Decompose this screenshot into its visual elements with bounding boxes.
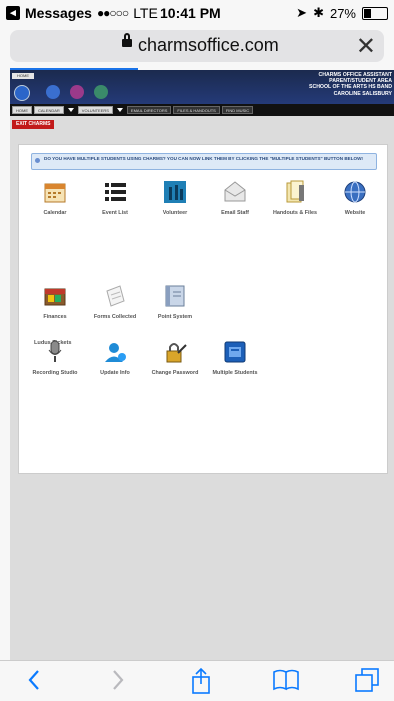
user-icon (102, 339, 128, 365)
signal-dots: ●●○○○ (96, 6, 129, 20)
charms-nav: HOME CALENDAR VOLUNTEERS EMAIL DIRECTORS… (10, 104, 394, 116)
envelope-icon (222, 179, 248, 205)
calendar-icon (42, 179, 68, 205)
status-left: ◂ Messages ●●○○○ LTE (6, 5, 158, 21)
banner-titles: CHARMS OFFICE ASSISTANT PARENT/STUDENT A… (309, 72, 392, 97)
files-icon (282, 179, 308, 205)
point-system-label: Point System (157, 314, 193, 320)
tabs-icon[interactable] (354, 667, 380, 697)
recording-studio-button[interactable]: Recording Studio (25, 339, 85, 376)
browser-toolbar (0, 660, 394, 701)
update-info-label: Update Info (100, 370, 130, 376)
forms-icon (102, 283, 128, 309)
event-list-label: Event List (102, 210, 128, 216)
banner-title-line: CAROLINE SALISBURY (333, 90, 392, 97)
back-app-label[interactable]: Messages (25, 5, 92, 21)
bookmarks-icon[interactable] (272, 667, 300, 695)
url-text[interactable]: charmsoffice.com (138, 35, 279, 56)
home-tag: HOME (12, 73, 34, 79)
share-icon[interactable] (190, 667, 212, 699)
finances-label: Finances (43, 314, 67, 320)
wallet-icon (42, 283, 68, 309)
handouts-files-button[interactable]: Handouts & Files (265, 179, 325, 216)
email-staff-button[interactable]: Email Staff (205, 179, 265, 216)
book-icon (162, 283, 188, 309)
point-system-button[interactable]: Point System (145, 283, 205, 320)
back-icon[interactable] (26, 667, 42, 697)
status-right: ➤ ✱ 27% (296, 5, 388, 21)
change-password-button[interactable]: Change Password (145, 339, 205, 376)
list-icon (102, 179, 128, 205)
website-button[interactable]: Website (325, 179, 385, 216)
home-circle-icon[interactable] (14, 85, 30, 101)
bluetooth-icon: ✱ (313, 5, 324, 20)
microphone-icon (42, 339, 68, 365)
tab-home[interactable]: HOME (12, 106, 32, 114)
person-circle-icon[interactable] (46, 85, 60, 99)
tab-email-directors[interactable]: EMAIL DIRECTORS (126, 106, 172, 114)
chevron-down-icon[interactable] (67, 108, 74, 112)
page-background (10, 474, 394, 660)
dollar-circle-icon[interactable] (70, 85, 84, 99)
carrier-label: LTE (133, 5, 158, 21)
calendar-label: Calendar (43, 210, 67, 216)
volunteer-label: Volunteer (162, 210, 188, 216)
forms-collected-button[interactable]: Forms Collected (85, 283, 145, 320)
change-password-label: Change Password (151, 370, 199, 376)
finances-button[interactable]: Finances (25, 283, 85, 320)
address-bar[interactable]: charmsoffice.com ✕ (10, 30, 384, 62)
music-circle-icon[interactable] (94, 85, 108, 99)
email-staff-label: Email Staff (221, 210, 249, 216)
website-label: Website (344, 210, 366, 216)
event-list-button[interactable]: Event List (85, 179, 145, 216)
web-content: HOME CHARMS OFFICE ASSISTANT PARENT/STUD… (10, 70, 394, 660)
update-info-button[interactable]: Update Info (85, 339, 145, 376)
volunteer-button[interactable]: Volunteer (145, 179, 205, 216)
forward-icon[interactable] (110, 667, 126, 697)
volunteer-icon (162, 179, 188, 205)
multiple-students-label: Multiple Students (212, 370, 258, 376)
chevron-down-icon[interactable] (116, 108, 123, 112)
banner-title-line: SCHOOL OF THE ARTS HS BAND (308, 84, 392, 91)
exit-charms-button[interactable]: EXIT CHARMS (12, 120, 55, 129)
close-icon[interactable]: ✕ (356, 32, 376, 61)
multiple-students-button[interactable]: Multiple Students (205, 339, 265, 376)
globe-icon (342, 179, 368, 205)
clock: 10:41 PM (160, 5, 221, 21)
lock-icon (122, 33, 132, 47)
battery-percent: 27% (329, 5, 356, 21)
recording-studio-label: Recording Studio (32, 370, 78, 376)
battery-icon (362, 6, 388, 20)
tab-calendar[interactable]: CALENDAR (34, 106, 64, 114)
back-to-app-icon[interactable]: ◂ (6, 6, 20, 20)
tab-find-music[interactable]: FIND MUSIC (221, 106, 254, 114)
main-panel: DO YOU HAVE MULTIPLE STUDENTS USING CHAR… (18, 144, 388, 474)
calendar-button[interactable]: Calendar (25, 179, 85, 216)
multiple-students-notice: DO YOU HAVE MULTIPLE STUDENTS USING CHAR… (31, 153, 377, 170)
handouts-files-label: Handouts & Files (272, 210, 318, 216)
status-bar: ◂ Messages ●●○○○ LTE 10:41 PM ➤ ✱ 27% (0, 0, 394, 26)
charms-banner: HOME CHARMS OFFICE ASSISTANT PARENT/STUD… (10, 70, 394, 104)
info-icon (35, 158, 40, 163)
notice-text: DO YOU HAVE MULTIPLE STUDENTS USING CHAR… (44, 156, 363, 161)
location-icon: ➤ (296, 5, 308, 20)
students-icon (222, 339, 248, 365)
forms-collected-label: Forms Collected (93, 314, 137, 320)
lock-icon (162, 339, 188, 365)
tab-volunteers[interactable]: VOLUNTEERS (77, 106, 113, 114)
tab-files-handouts[interactable]: FILES & HANDOUTS (173, 106, 220, 114)
